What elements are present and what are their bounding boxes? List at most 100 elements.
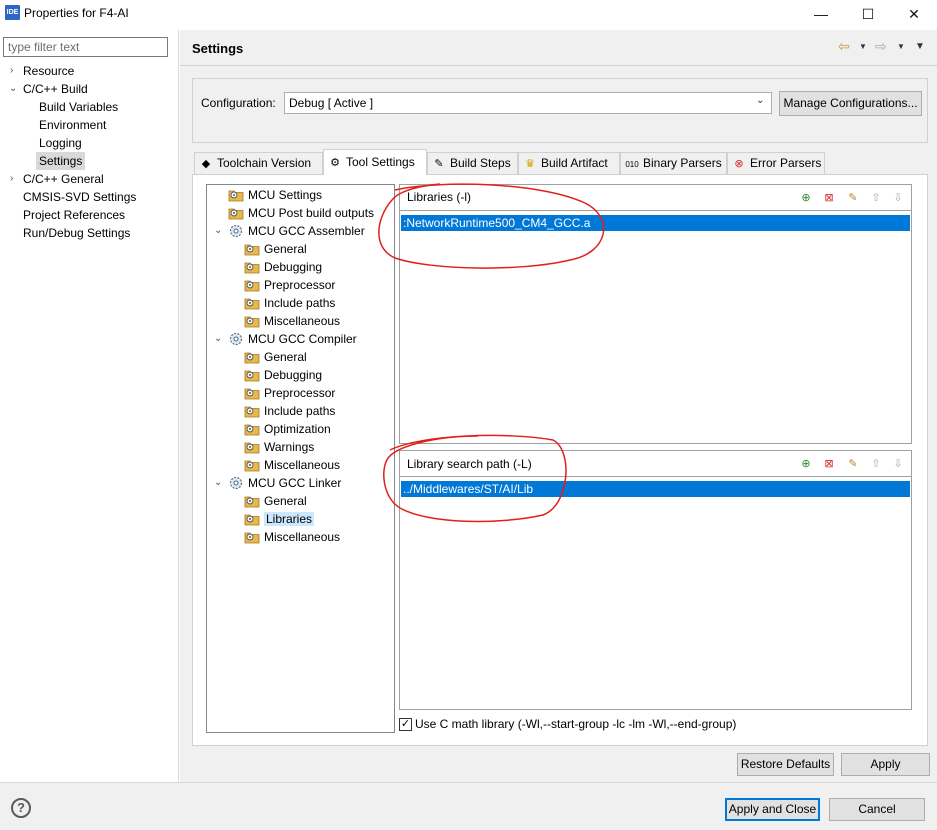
gear-icon (228, 476, 244, 490)
settings-folder-icon (244, 458, 260, 472)
chip-icon: ◆ (201, 158, 211, 170)
back-menu-chevron-icon[interactable]: ▼ (859, 42, 867, 51)
settings-folder-icon (244, 278, 260, 292)
error-icon: ⊗ (734, 158, 744, 170)
help-icon[interactable]: ? (11, 798, 31, 818)
minimize-button[interactable]: — (798, 0, 844, 28)
sidebar-item-resource[interactable]: Resource (23, 62, 74, 80)
tree-item-ld-misc[interactable]: Miscellaneous (244, 528, 340, 546)
tree-item-assembler[interactable]: MCU GCC Assembler (228, 222, 365, 240)
settings-folder-icon (244, 530, 260, 544)
delete-icon[interactable]: ⊠ (821, 190, 837, 206)
settings-folder-icon (244, 386, 260, 400)
move-up-icon[interactable]: ⇧ (868, 456, 884, 472)
edit-icon[interactable]: ✎ (845, 456, 861, 472)
delete-icon[interactable]: ⊠ (821, 456, 837, 472)
settings-folder-icon (228, 206, 244, 220)
maximize-button[interactable]: ☐ (845, 0, 891, 28)
tab-error-parsers[interactable]: ⊗ Error Parsers (727, 152, 825, 174)
add-icon[interactable]: ⊕ (798, 456, 814, 472)
tree-item-ld-libraries[interactable]: Libraries (244, 510, 315, 528)
chevron-down-icon[interactable]: ⌄ (214, 222, 222, 240)
app-icon: IDE (5, 5, 20, 20)
tree-item-asm-preprocessor[interactable]: Preprocessor (244, 276, 335, 294)
sidebar-item-logging[interactable]: Logging (39, 134, 82, 152)
move-up-icon[interactable]: ⇧ (868, 190, 884, 206)
tree-item-cc-debugging[interactable]: Debugging (244, 366, 322, 384)
restore-defaults-button[interactable]: Restore Defaults (737, 753, 834, 776)
apply-and-close-button[interactable]: Apply and Close (725, 798, 820, 821)
tab-tool-settings[interactable]: ⚙ Tool Settings (323, 149, 427, 175)
use-cmath-checkbox[interactable]: ✓ (399, 718, 412, 731)
settings-folder-icon (244, 404, 260, 418)
use-cmath-label: Use C math library (-Wl,--start-group -l… (415, 717, 737, 731)
chevron-down-icon[interactable]: ⌄ (756, 95, 764, 106)
settings-folder-icon (244, 512, 260, 526)
tree-item-compiler[interactable]: MCU GCC Compiler (228, 330, 357, 348)
title-bar (0, 0, 937, 28)
cancel-button[interactable]: Cancel (829, 798, 925, 821)
tab-build-steps[interactable]: ✎ Build Steps (427, 152, 518, 174)
sidebar-item-build-variables[interactable]: Build Variables (39, 98, 118, 116)
tab-toolchain-version[interactable]: ◆ Toolchain Version (194, 152, 323, 174)
filter-input[interactable] (3, 37, 168, 57)
tree-item-mcu-post-build[interactable]: MCU Post build outputs (228, 204, 374, 222)
settings-folder-icon (244, 350, 260, 364)
chevron-down-icon[interactable]: ⌄ (214, 330, 222, 348)
settings-folder-icon (244, 314, 260, 328)
sidebar-item-run-debug[interactable]: Run/Debug Settings (23, 224, 130, 242)
configuration-select[interactable]: Debug [ Active ] (284, 92, 772, 114)
tree-item-mcu-settings[interactable]: MCU Settings (228, 186, 322, 204)
tree-item-cc-preprocessor[interactable]: Preprocessor (244, 384, 335, 402)
move-down-icon[interactable]: ⇩ (890, 456, 906, 472)
chevron-down-icon[interactable]: ⌄ (9, 80, 17, 98)
back-arrow-icon[interactable]: ⇦ (838, 38, 850, 55)
chevron-right-icon[interactable]: › (10, 62, 13, 80)
settings-folder-icon (244, 440, 260, 454)
configuration-label: Configuration: (201, 96, 276, 110)
page-title: Settings (192, 41, 244, 56)
sidebar (0, 30, 179, 782)
trophy-icon: ♛ (525, 158, 535, 170)
sidebar-item-cpp-build[interactable]: C/C++ Build (23, 80, 88, 98)
forward-menu-chevron-icon[interactable]: ▼ (897, 42, 905, 51)
annotation-circle-library-paths (383, 434, 567, 523)
tree-item-asm-include-paths[interactable]: Include paths (244, 294, 335, 312)
build-steps-icon: ✎ (434, 158, 444, 170)
tree-item-cc-warnings[interactable]: Warnings (244, 438, 314, 456)
tree-item-cc-optimization[interactable]: Optimization (244, 420, 331, 438)
tab-build-artifact[interactable]: ♛ Build Artifact (518, 152, 620, 174)
sidebar-item-project-references[interactable]: Project References (23, 206, 125, 224)
tree-item-cc-include-paths[interactable]: Include paths (244, 402, 335, 420)
tree-item-cc-general[interactable]: General (244, 348, 307, 366)
window-title: Properties for F4-AI (24, 6, 129, 20)
chevron-down-icon[interactable]: ⌄ (214, 474, 222, 492)
chevron-right-icon[interactable]: › (10, 170, 13, 188)
tree-item-asm-debugging[interactable]: Debugging (244, 258, 322, 276)
binary-icon: 010 (625, 160, 639, 169)
forward-arrow-icon[interactable]: ⇨ (875, 38, 887, 55)
tree-item-linker[interactable]: MCU GCC Linker (228, 474, 341, 492)
sidebar-item-cmsis-svd[interactable]: CMSIS-SVD Settings (23, 188, 136, 206)
close-button[interactable]: ✕ (891, 0, 937, 28)
tab-binary-parsers[interactable]: 010 Binary Parsers (620, 152, 727, 174)
settings-header (180, 30, 937, 66)
settings-folder-icon (244, 368, 260, 382)
sidebar-item-environment[interactable]: Environment (39, 116, 106, 134)
add-icon[interactable]: ⊕ (798, 190, 814, 206)
move-down-icon[interactable]: ⇩ (890, 190, 906, 206)
sidebar-item-cpp-general[interactable]: C/C++ General (23, 170, 104, 188)
tree-item-ld-general[interactable]: General (244, 492, 307, 510)
settings-folder-icon (228, 188, 244, 202)
settings-folder-icon (244, 242, 260, 256)
gear-icon (228, 224, 244, 238)
apply-button[interactable]: Apply (841, 753, 930, 776)
tree-item-asm-general[interactable]: General (244, 240, 307, 258)
tree-item-asm-misc[interactable]: Miscellaneous (244, 312, 340, 330)
settings-folder-icon (244, 296, 260, 310)
manage-configurations-button[interactable]: Manage Configurations... (779, 91, 922, 116)
view-menu-icon[interactable]: ▼ (915, 41, 925, 52)
sidebar-item-settings[interactable]: Settings (36, 152, 86, 170)
tree-item-cc-misc[interactable]: Miscellaneous (244, 456, 340, 474)
edit-icon[interactable]: ✎ (845, 190, 861, 206)
